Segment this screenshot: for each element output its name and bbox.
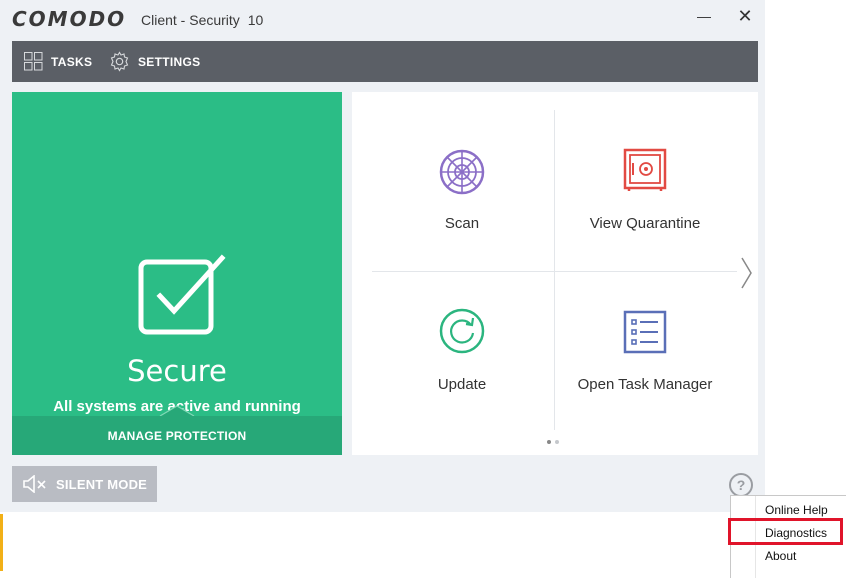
menu-item-about[interactable]: About [765,549,796,563]
open-task-manager-tile[interactable]: Open Task Manager [545,285,745,435]
silent-mode-label: SILENT MODE [56,476,148,492]
brand-logo: COMODO [12,7,127,31]
page-dot-1[interactable] [547,440,551,444]
product-version: 10 [247,12,264,28]
update-refresh-icon [439,308,485,354]
app-window: COMODO Client - Security 10 — ✕ TASKS SE… [0,0,765,512]
task-list-icon [623,310,667,354]
silent-mode-button[interactable]: SILENT MODE [12,466,157,502]
toolbar: TASKS SETTINGS [12,41,758,82]
tasks-label: TASKS [51,54,93,69]
product-name: Client - Security [141,12,240,28]
help-button[interactable]: ? [729,473,753,497]
view-quarantine-tile[interactable]: View Quarantine [545,122,745,272]
title-bar: COMODO Client - Security 10 — ✕ [0,0,765,38]
minimize-button[interactable]: — [690,5,718,27]
checkbox-checked-icon [138,254,226,335]
tasks-grid-icon [24,52,43,71]
status-title: Secure [127,354,227,388]
open-task-manager-label: Open Task Manager [577,376,713,393]
product-title: Client - Security 10 [141,12,263,28]
protection-status-panel: Secure All systems are active and runnin… [12,92,342,455]
menu-item-online-help[interactable]: Online Help [765,503,828,517]
tasks-button[interactable]: TASKS [24,41,92,82]
page-dot-2[interactable] [555,440,559,444]
close-button[interactable]: ✕ [731,5,759,27]
settings-button[interactable]: SETTINGS [109,41,200,82]
gear-icon [110,51,129,72]
update-label: Update [437,376,487,393]
update-tile[interactable]: Update [362,285,562,435]
settings-label: SETTINGS [138,54,201,69]
view-quarantine-label: View Quarantine [589,215,701,232]
scan-tile[interactable]: Scan [362,122,562,272]
quarantine-vault-icon [623,148,667,191]
page-indicator [547,440,559,444]
scan-radar-icon [439,149,485,195]
diagnostics-highlight-box [728,518,843,545]
scan-label: Scan [444,215,480,232]
chevron-right-icon[interactable] [739,256,753,290]
window-edge [0,514,3,571]
tasks-panel: Scan View Quarantine Update Open Task Ma… [352,92,758,455]
speaker-mute-icon [23,475,46,493]
manage-protection-button[interactable]: MANAGE PROTECTION [12,416,342,455]
